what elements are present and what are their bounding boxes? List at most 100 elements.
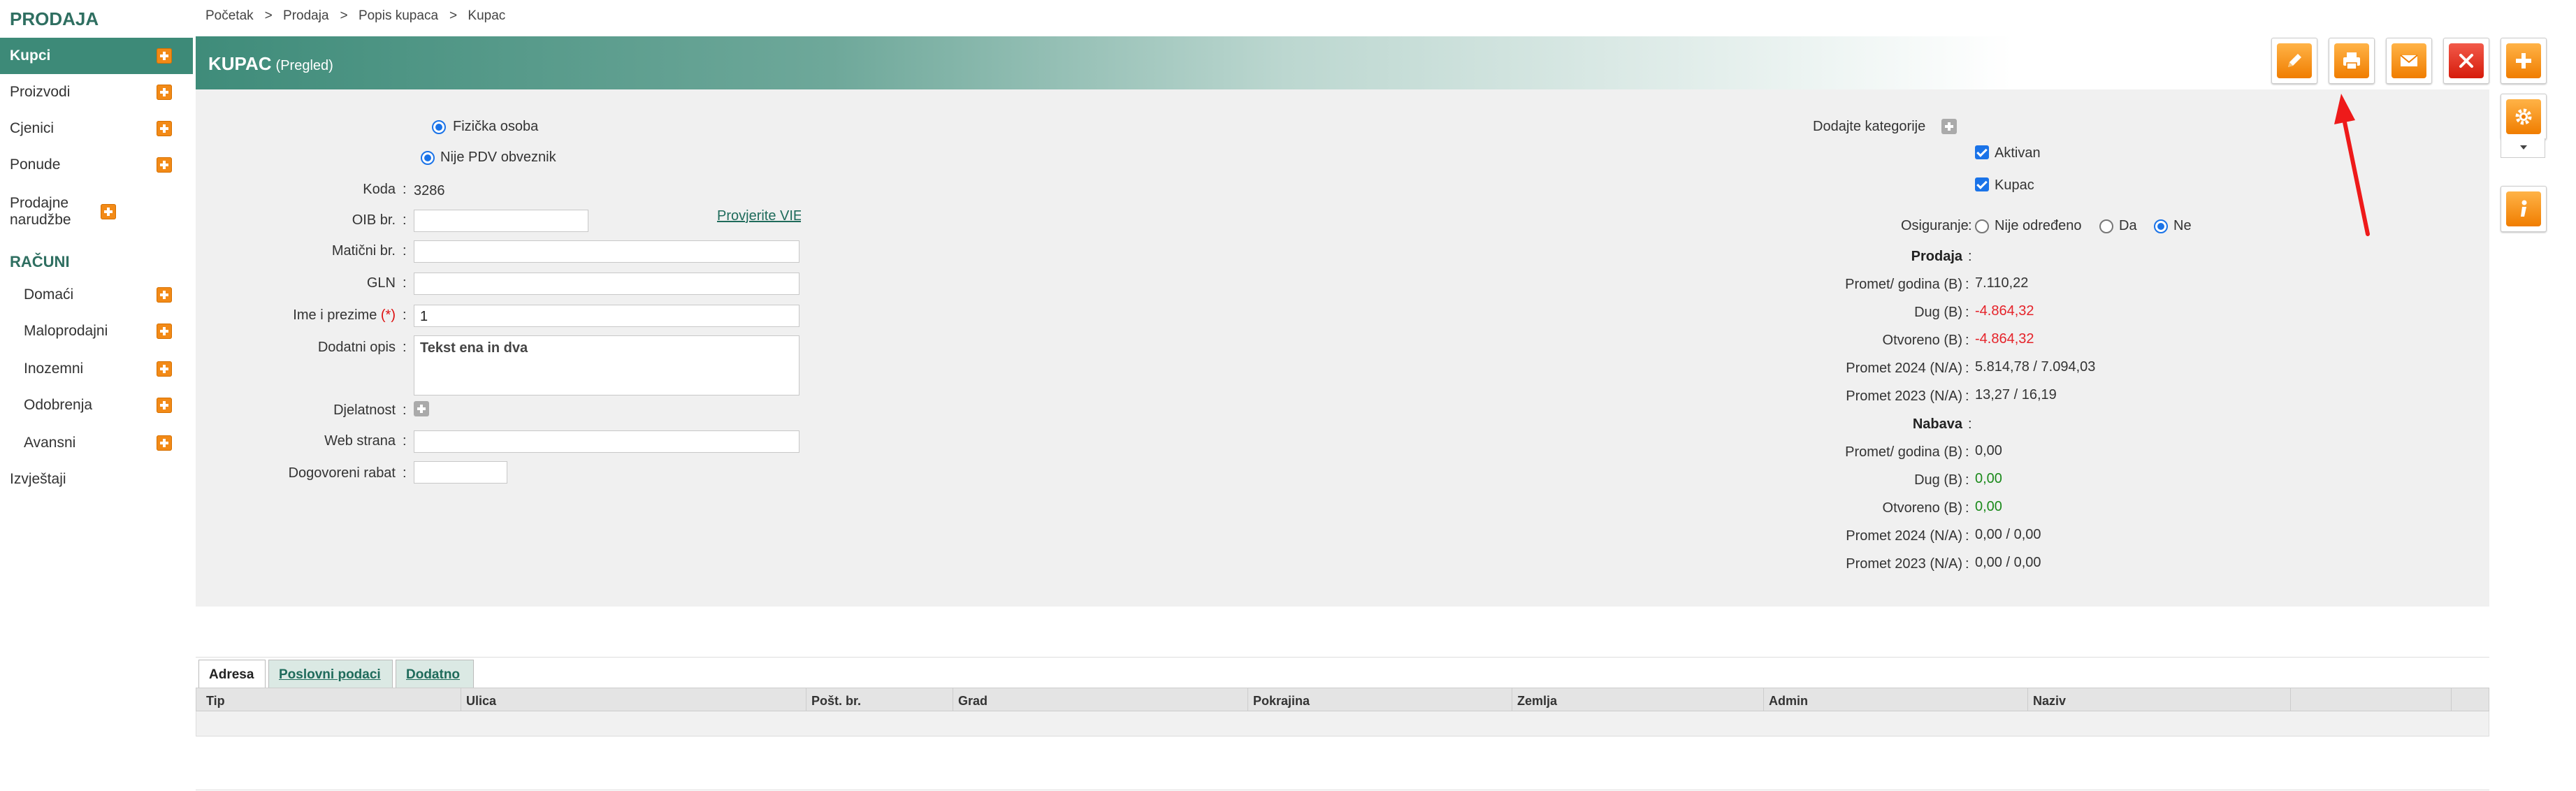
add-icon[interactable] <box>157 85 172 100</box>
category-customer-label: Kupac <box>1995 177 2034 193</box>
delete-button[interactable] <box>2443 38 2489 84</box>
stat-label: Promet 2024 (N/A) <box>1846 361 1962 376</box>
check-vies-link[interactable]: Provjerite VIES <box>717 208 801 224</box>
add-button[interactable] <box>2501 38 2547 84</box>
sidebar-item-ponude[interactable]: Ponude <box>0 147 193 183</box>
page-title-bar: KUPAC (Pregled) <box>196 36 2013 89</box>
table-row <box>196 711 2489 736</box>
print-button[interactable] <box>2329 38 2375 84</box>
breadcrumb-item[interactable]: Početak <box>205 8 254 23</box>
stat-label: Promet 2023 (N/A) <box>1846 389 1962 404</box>
edit-button[interactable] <box>2271 38 2317 84</box>
close-icon <box>2459 54 2473 68</box>
sidebar-section-racuni: RAČUNI <box>10 253 70 270</box>
sidebar-item-label: Domaći <box>24 286 74 303</box>
insurance-radio-no[interactable] <box>2154 219 2168 233</box>
tab-poslovni-podaci[interactable]: Poslovni podaci <box>268 660 393 688</box>
sidebar-item-odobrenja[interactable]: Odobrenja <box>0 387 193 423</box>
chevron-down-icon <box>2520 145 2527 150</box>
stat-value: 5.814,78 / 7.094,03 <box>1975 359 2096 375</box>
page-subtitle: (Pregled) <box>275 58 333 73</box>
sidebar-item-prodajne-narudzbe[interactable]: Prodajne narudžbe <box>0 187 193 236</box>
stat-value: 0,00 <box>1975 443 2002 458</box>
add-icon[interactable] <box>157 157 172 173</box>
discount-label: Dogovoreni rabat <box>288 465 396 481</box>
add-icon[interactable] <box>157 435 172 451</box>
radio-vat-status[interactable] <box>421 151 435 165</box>
insurance-label: Osiguranje <box>1901 218 1969 233</box>
web-input[interactable] <box>414 430 799 453</box>
breadcrumb-item[interactable]: Popis kupaca <box>359 8 438 23</box>
discount-input[interactable] <box>414 461 507 484</box>
sidebar-item-proizvodi[interactable]: Proizvodi <box>0 74 193 110</box>
add-activity-icon[interactable] <box>414 401 429 416</box>
breadcrumb-item: Kupac <box>468 8 506 23</box>
code-label: Koda <box>363 182 396 197</box>
sidebar-item-label: Prodajne narudžbe <box>10 195 71 228</box>
stat-label: Otvoreno (B) <box>1882 333 1962 348</box>
name-input[interactable]: 1 <box>414 305 799 327</box>
insurance-radio-yes[interactable] <box>2099 219 2113 233</box>
add-icon[interactable] <box>157 324 172 339</box>
insurance-option-label: Ne <box>2173 218 2192 233</box>
add-icon[interactable] <box>157 287 172 303</box>
tab-adresa[interactable]: Adresa <box>198 660 266 688</box>
add-icon[interactable] <box>157 48 172 64</box>
stat-value: 0,00 / 0,00 <box>1975 527 2041 542</box>
info-button[interactable] <box>2501 186 2547 232</box>
radio-person-type[interactable] <box>432 120 446 134</box>
add-icon[interactable] <box>157 361 172 377</box>
oib-label: OIB br. <box>352 212 396 228</box>
breadcrumb-item[interactable]: Prodaja <box>283 8 329 23</box>
tab-dodatno[interactable]: Dodatno <box>396 660 474 688</box>
stat-label: Promet 2024 (N/A) <box>1846 528 1962 544</box>
info-icon <box>2521 200 2527 217</box>
sidebar-item-label: Kupci <box>10 48 51 64</box>
add-icon[interactable] <box>157 121 172 136</box>
stat-value: 0,00 <box>1975 499 2002 514</box>
sidebar-item-cjenici[interactable]: Cjenici <box>0 110 193 147</box>
stat-label: Dug (B) <box>1914 472 1962 488</box>
column-header[interactable]: Tip <box>206 694 225 709</box>
sidebar-item-kupci[interactable]: Kupci <box>0 38 193 74</box>
column-header[interactable]: Zemlja <box>1517 694 1557 709</box>
sidebar-item-label: Cjenici <box>10 120 55 136</box>
email-button[interactable] <box>2386 38 2432 84</box>
add-icon[interactable] <box>101 204 116 219</box>
gln-input[interactable] <box>414 273 799 295</box>
desc-textarea[interactable]: Tekst ena in dva <box>414 335 799 396</box>
desc-label: Dodatni opis <box>317 340 396 355</box>
maticni-input[interactable] <box>414 240 799 263</box>
stat-value: -4.864,32 <box>1975 331 2034 347</box>
sidebar-item-inozemni[interactable]: Inozemni <box>0 351 193 387</box>
sidebar-item-label: Inozemni <box>24 361 84 377</box>
stat-value: 0,00 <box>1975 471 2002 486</box>
maticni-label: Matični br. <box>331 243 396 259</box>
column-header[interactable]: Pokrajina <box>1253 694 1310 709</box>
column-header[interactable]: Pošt. br. <box>811 694 861 709</box>
column-header[interactable]: Admin <box>1769 694 1808 709</box>
category-active-checkbox[interactable] <box>1975 145 1989 159</box>
column-header[interactable]: Grad <box>958 694 987 709</box>
page-title: KUPAC (Pregled) <box>208 53 333 74</box>
settings-button[interactable] <box>2501 94 2547 140</box>
add-category-icon[interactable] <box>1941 119 1957 134</box>
column-header[interactable]: Ulica <box>466 694 496 709</box>
add-icon[interactable] <box>157 398 172 413</box>
sidebar-item-izvjestaji[interactable]: Izvještaji <box>0 461 193 498</box>
sidebar-item-domaci[interactable]: Domaći <box>0 277 193 313</box>
sidebar-item-avansni[interactable]: Avansni <box>0 425 193 461</box>
stat-value: 7.110,22 <box>1975 275 2029 291</box>
sidebar-item-label: Avansni <box>24 435 76 451</box>
stat-label: Otvoreno (B) <box>1882 500 1962 516</box>
printer-icon <box>2343 52 2360 70</box>
envelope-icon <box>2400 55 2418 66</box>
oib-input[interactable] <box>414 210 588 232</box>
category-customer-checkbox[interactable] <box>1975 177 1989 191</box>
column-header[interactable]: Naziv <box>2033 694 2066 709</box>
sidebar-item-maloprodajni[interactable]: Maloprodajni <box>0 313 193 349</box>
pencil-icon <box>2288 54 2301 67</box>
insurance-radio-undefined[interactable] <box>1975 219 1989 233</box>
settings-dropdown[interactable] <box>2501 138 2545 158</box>
category-active-label: Aktivan <box>1995 145 2041 161</box>
